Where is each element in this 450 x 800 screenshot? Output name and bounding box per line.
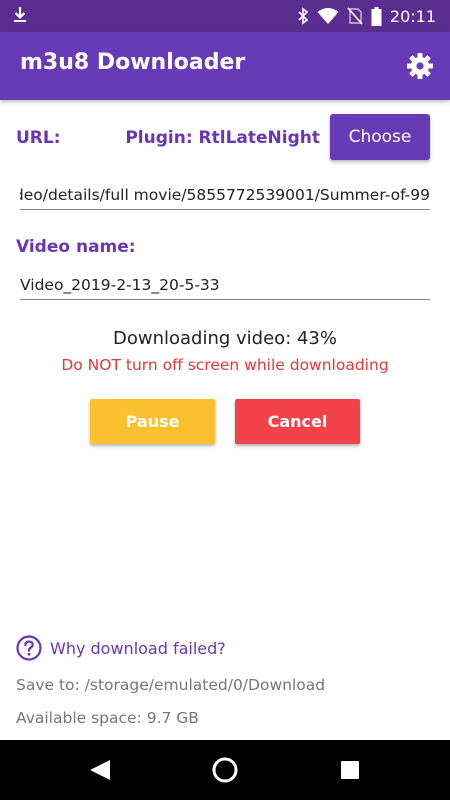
plugin-label: Plugin: RtlLateNight <box>125 128 320 148</box>
navigation-bar <box>0 740 450 800</box>
available-space-text: Available space: 9.7 GB <box>16 709 199 727</box>
screen-warning-text: Do NOT turn off screen while downloading <box>61 356 389 374</box>
save-location-text: Save to: /storage/emulated/0/Download <box>16 676 326 694</box>
home-icon[interactable] <box>211 756 239 784</box>
recent-apps-icon[interactable] <box>336 756 364 784</box>
no-sim-icon <box>347 7 363 25</box>
url-label: URL: <box>16 128 61 148</box>
cancel-button[interactable]: Cancel <box>235 399 360 444</box>
bluetooth-icon <box>298 7 309 25</box>
status-bar: 20:11 <box>0 0 450 32</box>
help-link-text: Why download failed? <box>50 638 226 658</box>
download-icon <box>14 7 26 22</box>
download-failed-help-link[interactable]: Why download failed? <box>16 634 226 662</box>
pause-button[interactable]: Pause <box>90 399 215 444</box>
wifi-icon <box>317 8 339 24</box>
download-progress-text: Downloading video: 43% <box>113 328 337 349</box>
app-title: m3u8 Downloader <box>20 50 246 75</box>
video-name-input[interactable] <box>20 274 430 300</box>
back-icon[interactable] <box>86 756 114 784</box>
help-icon <box>16 635 42 661</box>
battery-icon <box>371 6 382 26</box>
app-bar: m3u8 Downloader <box>0 32 450 100</box>
url-input[interactable] <box>20 184 430 210</box>
video-name-label: Video name: <box>16 237 136 257</box>
gear-icon[interactable] <box>406 52 434 80</box>
choose-plugin-button[interactable]: Choose <box>330 114 430 160</box>
status-time: 20:11 <box>389 6 436 26</box>
